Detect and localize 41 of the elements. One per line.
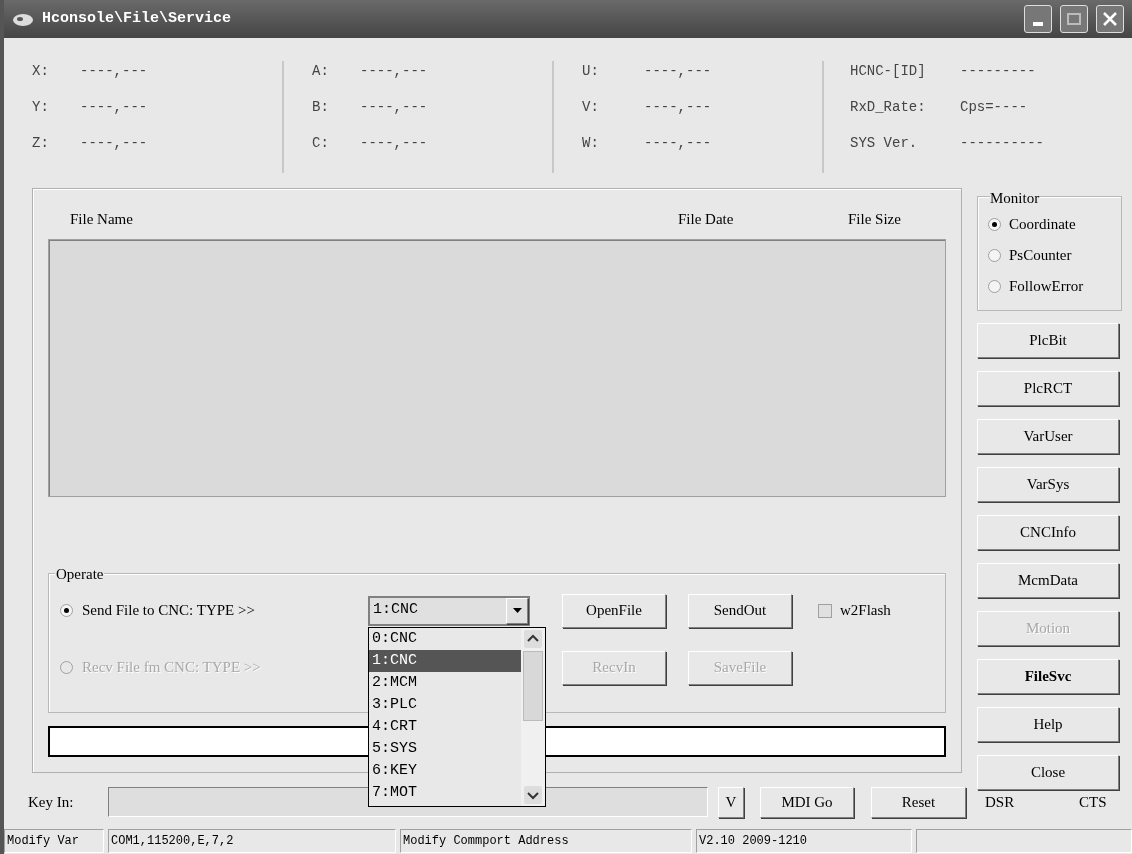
- axis-label: A:: [312, 62, 330, 81]
- axis-label: B:: [312, 98, 330, 117]
- axis-value: ----,---: [644, 98, 712, 117]
- axis-label: Z:: [32, 134, 50, 153]
- signal-label: DSR: [985, 792, 1016, 812]
- axis-label: SYS Ver.: [850, 134, 919, 153]
- radio-label: PsCounter: [1009, 246, 1072, 266]
- axis-value: ----,---: [644, 134, 712, 153]
- status-pane: Modify Var: [4, 829, 104, 853]
- axis-value: ----,---: [80, 62, 148, 81]
- axis-label: U:: [582, 62, 600, 81]
- axis-label: HCNC-[ID]: [850, 62, 927, 81]
- column-header: File Name: [69, 209, 134, 229]
- status-pane: COM1,115200,E,7,2: [108, 829, 396, 853]
- axis-label: C:: [312, 134, 330, 153]
- signal-label: CTS: [1079, 792, 1107, 812]
- window-title: Hconsole\File\Service: [42, 8, 232, 29]
- axis-value: ----,---: [360, 134, 428, 153]
- mode-label: Recv File fm CNC: TYPE >>: [82, 658, 261, 678]
- axis-label: X:: [32, 62, 50, 81]
- mode-label: Send File to CNC: TYPE >>: [82, 601, 255, 621]
- radio-label: Coordinate: [1009, 215, 1076, 235]
- axis-value: Cps=----: [960, 98, 1028, 117]
- radio-label: FollowError: [1009, 277, 1084, 297]
- axis-value: ----,---: [80, 134, 148, 153]
- key-in-label: Key In:: [28, 792, 75, 812]
- axis-label: W:: [582, 134, 600, 153]
- axis-label: RxD_Rate:: [850, 98, 927, 117]
- status-pane: V2.10 2009-1210: [696, 829, 912, 853]
- status-pane: Modify Commport Address: [400, 829, 692, 853]
- axis-value: ----,---: [644, 62, 712, 81]
- axis-label: V:: [582, 98, 600, 117]
- axis-value: ---------: [960, 62, 1036, 81]
- axis-value: ----,---: [360, 62, 428, 81]
- checkbox-label: w2Flash: [840, 601, 891, 621]
- column-header: File Date: [678, 209, 735, 229]
- axis-value: ----------: [960, 134, 1044, 153]
- axis-label: Y:: [32, 98, 50, 117]
- axis-value: ----,---: [80, 98, 148, 117]
- axis-value: ----,---: [360, 98, 428, 117]
- column-header: File Size: [848, 209, 901, 229]
